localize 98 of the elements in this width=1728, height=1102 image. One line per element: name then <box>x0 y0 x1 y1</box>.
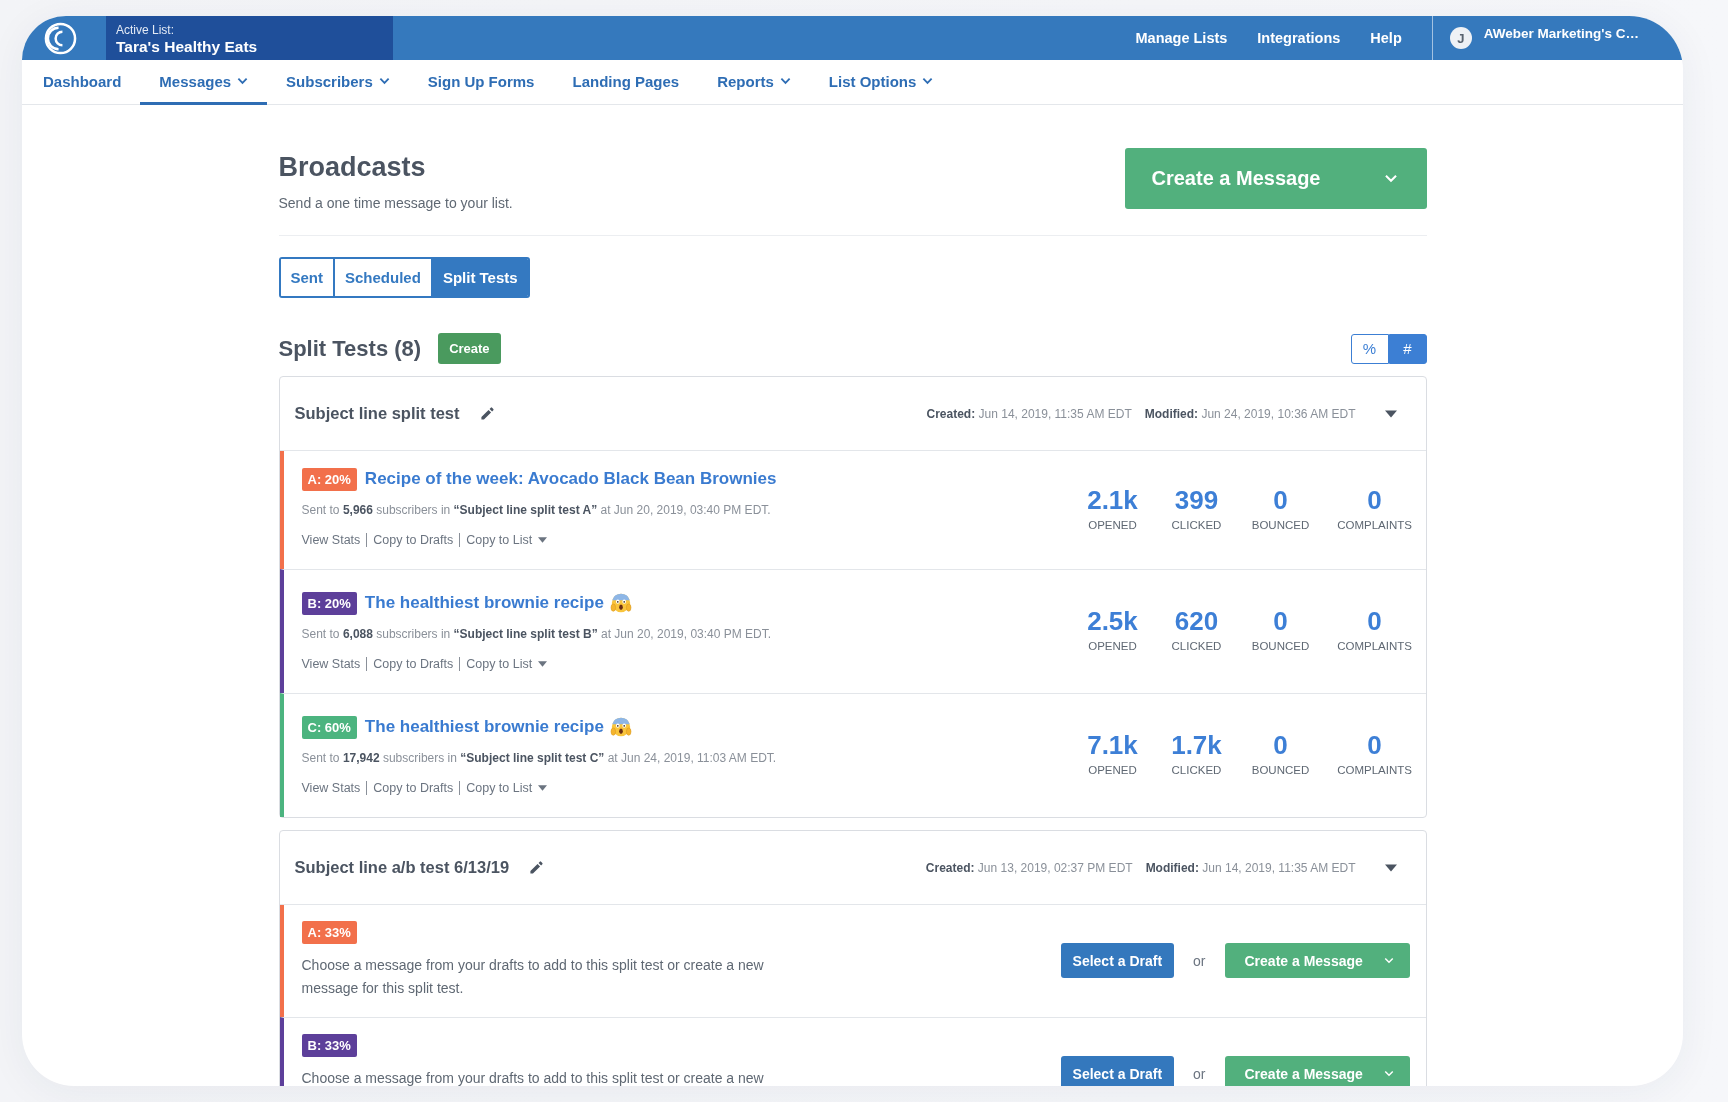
nav-tab[interactable]: Reports <box>698 60 810 105</box>
account-menu-link[interactable]: AWeber Marketing's C… <box>1483 25 1639 41</box>
stat-value[interactable]: 0 <box>1273 606 1288 636</box>
stat-label: COMPLAINTS <box>1337 518 1412 532</box>
active-list-name: Tara's Healthy Eats <box>116 37 259 56</box>
sent-summary: Sent to 5,966 subscribers in “Subject line split test A” at Jun 20, 2019, 03:40 PM EDT. <box>301 502 771 519</box>
pencil-icon[interactable] <box>529 860 545 875</box>
variant-badge: B: 33% <box>301 1034 357 1057</box>
create-message-button[interactable]: Create a Message <box>1124 148 1427 209</box>
or-label: or <box>1193 1065 1206 1082</box>
chevron-down-icon <box>779 77 791 85</box>
swirl-logo-icon[interactable] <box>44 21 77 55</box>
create-button[interactable]: Create <box>438 333 501 364</box>
stat-value[interactable]: 620 <box>1174 606 1219 636</box>
message-title-link[interactable]: The healthiest brownie recipe <box>364 717 604 737</box>
stat-value[interactable]: 0 <box>1273 730 1288 760</box>
split-test-name: Subject line split test <box>294 404 460 423</box>
screaming-face-icon <box>609 592 632 614</box>
stat-label: OPENED <box>1088 640 1137 653</box>
created-date: Created: Jun 14, 2019, 11:35 AM EDT <box>926 406 1132 421</box>
stat-label: CLICKED <box>1171 518 1222 532</box>
active-list-label: Active List: <box>116 23 176 37</box>
action-link[interactable]: Copy to Drafts <box>366 657 460 671</box>
action-link[interactable]: View Stats <box>301 657 367 671</box>
caret-down-icon <box>538 537 548 543</box>
stat-value[interactable]: 1.7k <box>1171 730 1222 760</box>
stat-value[interactable]: 399 <box>1174 484 1219 515</box>
sent-summary: Sent to 6,088 subscribers in “Subject line split test B” at Jun 20, 2019, 03:40 PM EDT. <box>301 626 772 643</box>
action-link[interactable]: View Stats <box>301 533 367 547</box>
modified-date: Modified: Jun 24, 2019, 10:36 AM EDT <box>1144 406 1356 421</box>
stat-value[interactable]: 0 <box>1273 484 1288 515</box>
stat-value[interactable]: 0 <box>1367 606 1382 636</box>
top-nav-link[interactable]: Integrations <box>1257 30 1341 46</box>
screaming-face-icon <box>609 716 632 738</box>
select-draft-button[interactable]: Select a Draft <box>1060 1056 1175 1086</box>
action-link[interactable]: Copy to List <box>459 781 554 795</box>
draft-instructions: Choose a message from your drafts to add to this split test or create a new <box>301 1069 764 1086</box>
stat-label: CLICKED <box>1171 764 1222 777</box>
created-date: Created: Jun 13, 2019, 02:37 PM EDT <box>925 860 1133 875</box>
chevron-down-icon <box>922 77 934 85</box>
create-message-button[interactable]: Create a Message <box>1224 1056 1410 1086</box>
view-toggle-button[interactable]: % <box>1350 333 1389 364</box>
chevron-down-icon <box>1383 174 1398 183</box>
stat-value[interactable]: 0 <box>1367 484 1382 515</box>
chevron-down-icon <box>237 77 249 85</box>
nav-tab[interactable]: Landing Pages <box>553 60 699 105</box>
top-nav-link[interactable]: Manage Lists <box>1135 30 1228 46</box>
action-link[interactable]: Copy to Drafts <box>366 533 460 547</box>
select-draft-button[interactable]: Select a Draft <box>1060 943 1175 978</box>
stat-value[interactable]: 0 <box>1367 730 1382 760</box>
stat-label: OPENED <box>1088 518 1137 532</box>
stat-label: OPENED <box>1088 764 1137 777</box>
draft-instructions: Choose a message from your drafts to add to this split test or create a new message for this split test. <box>301 956 765 998</box>
variant-badge: A: 20% <box>301 467 357 491</box>
action-link[interactable]: Copy to List <box>459 657 554 671</box>
stat-label: COMPLAINTS <box>1337 640 1412 653</box>
stat-label: CLICKED <box>1171 640 1222 653</box>
caret-down-icon <box>538 785 548 791</box>
nav-tab[interactable]: Sign Up Forms <box>408 60 554 105</box>
stat-label: BOUNCED <box>1251 764 1310 777</box>
variant-badge: C: 60% <box>301 715 357 739</box>
variant-badge: A: 33% <box>301 921 357 944</box>
pencil-icon[interactable] <box>479 406 495 421</box>
chevron-down-icon <box>1383 957 1394 964</box>
section-title: Split Tests (8) <box>278 335 422 362</box>
create-message-button[interactable]: Create a Message <box>1224 943 1410 978</box>
nav-tab[interactable]: List Options <box>809 60 953 105</box>
nav-tab[interactable]: Messages <box>140 60 268 105</box>
stat-label: BOUNCED <box>1251 640 1310 653</box>
top-nav-link[interactable]: Help <box>1370 30 1402 46</box>
sent-summary: Sent to 17,942 subscribers in “Subject line split test C” at Jun 24, 2019, 11:03 AM EDT. <box>301 750 777 767</box>
split-test-name: Subject line a/b test 6/13/19 <box>294 858 510 877</box>
avatar: J <box>1449 27 1472 49</box>
action-link[interactable]: View Stats <box>301 781 367 795</box>
segment-tab[interactable]: Split Tests <box>430 259 528 296</box>
caret-down-icon <box>538 661 548 667</box>
caret-down-icon[interactable] <box>1384 409 1397 418</box>
stat-value[interactable]: 7.1k <box>1087 730 1138 760</box>
message-title-link[interactable]: The healthiest brownie recipe <box>364 593 604 613</box>
action-link[interactable]: Copy to Drafts <box>366 781 460 795</box>
page-subtitle: Send a one time message to your list. <box>278 195 513 212</box>
action-link[interactable]: Copy to List <box>459 533 554 547</box>
view-toggle-button[interactable]: # <box>1388 333 1427 364</box>
modified-date: Modified: Jun 14, 2019, 11:35 AM EDT <box>1145 860 1356 875</box>
message-title-link[interactable]: Recipe of the week: Avocado Black Bean Brownies <box>364 469 777 489</box>
chevron-down-icon <box>378 77 390 85</box>
caret-down-icon[interactable] <box>1384 863 1397 872</box>
stat-label: COMPLAINTS <box>1337 764 1412 777</box>
active-list-panel[interactable]: Active List: Tara's Healthy Eats <box>106 16 393 60</box>
stat-value[interactable]: 2.5k <box>1087 606 1138 636</box>
variant-badge: B: 20% <box>301 591 357 615</box>
or-label: or <box>1193 952 1206 969</box>
nav-tab[interactable]: Dashboard <box>24 60 141 105</box>
chevron-down-icon <box>1383 1070 1394 1077</box>
page-title: Broadcasts <box>278 151 427 183</box>
stat-value[interactable]: 2.1k <box>1087 484 1138 515</box>
nav-tab[interactable]: Subscribers <box>267 60 409 105</box>
stat-label: BOUNCED <box>1251 518 1310 532</box>
